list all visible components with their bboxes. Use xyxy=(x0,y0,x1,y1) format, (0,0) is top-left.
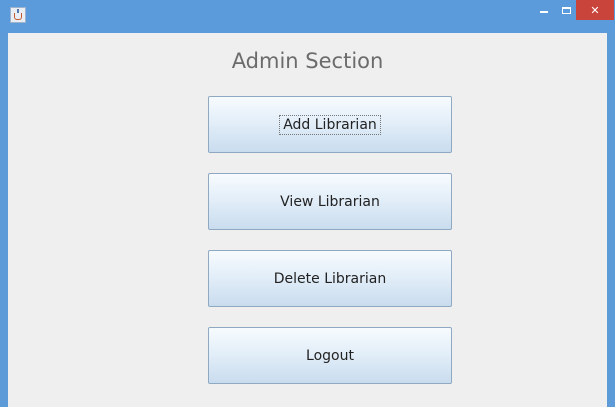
view-librarian-button[interactable]: View Librarian xyxy=(208,173,452,230)
view-librarian-label: View Librarian xyxy=(280,193,380,210)
add-librarian-button[interactable]: Add Librarian xyxy=(208,96,452,153)
maximize-icon xyxy=(561,6,571,14)
app-icon-cup xyxy=(14,13,22,20)
page-title: Admin Section xyxy=(231,49,384,73)
app-window: ✕ Admin Section Add Librarian View Libra… xyxy=(0,0,615,407)
close-button[interactable]: ✕ xyxy=(576,0,614,20)
minimize-icon xyxy=(540,11,548,13)
delete-librarian-label: Delete Librarian xyxy=(273,270,387,287)
title-bar[interactable]: ✕ xyxy=(0,0,615,33)
logout-button[interactable]: Logout xyxy=(208,327,452,384)
java-coffee-cup-icon[interactable] xyxy=(10,7,26,23)
maximize-button[interactable] xyxy=(556,0,576,20)
admin-panel: Admin Section Add Librarian View Librari… xyxy=(8,33,607,407)
close-icon: ✕ xyxy=(590,3,600,17)
logout-label: Logout xyxy=(306,347,354,364)
add-librarian-label: Add Librarian xyxy=(279,114,381,135)
delete-librarian-button[interactable]: Delete Librarian xyxy=(208,250,452,307)
minimize-button[interactable] xyxy=(532,0,556,20)
